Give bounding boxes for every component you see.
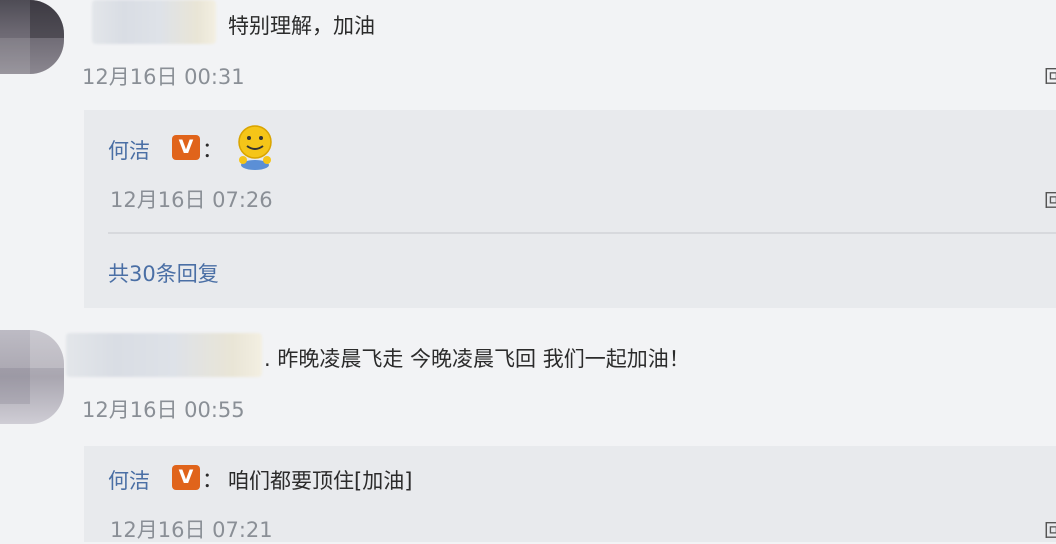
commenter-avatar[interactable]	[0, 0, 64, 74]
reply-content: 咱们都要顶住[加油]	[228, 469, 413, 493]
avatar-pixel-block	[0, 368, 30, 404]
reply-divider	[108, 232, 1056, 234]
reply-button[interactable]: 回	[1044, 62, 1056, 84]
comment-text: . 昨晚凌晨飞走 今晚凌晨飞回 我们一起加油！	[264, 347, 690, 371]
comment-text: 特别理解，加油	[228, 14, 375, 38]
commenter-name-blurred[interactable]	[66, 333, 262, 377]
smiley-emoji-icon	[238, 125, 272, 170]
comment-timestamp: 12月16日 00:31	[82, 65, 245, 89]
reply-button[interactable]: 回	[1044, 516, 1056, 538]
reply-timestamp: 12月16日 07:26	[110, 188, 273, 212]
reply-timestamp: 12月16日 07:21	[110, 518, 273, 542]
commenter-name-blurred[interactable]	[92, 0, 216, 44]
verified-badge-icon: V	[172, 135, 200, 160]
view-all-replies-link[interactable]: 共30条回复	[108, 258, 219, 288]
reply-author-link[interactable]: 何洁	[108, 465, 150, 495]
verified-badge-icon: V	[172, 465, 200, 490]
reply-author-link[interactable]: 何洁	[108, 135, 150, 165]
reply-button[interactable]: 回	[1044, 186, 1056, 208]
avatar-pixel-block	[30, 330, 64, 368]
avatar-pixel-block	[0, 38, 30, 74]
comment-timestamp: 12月16日 00:55	[82, 398, 245, 422]
avatar-pixel-block	[30, 0, 64, 38]
commenter-avatar[interactable]	[0, 330, 64, 424]
reply-separator: ：	[202, 468, 223, 492]
reply-separator: ：	[202, 138, 223, 162]
